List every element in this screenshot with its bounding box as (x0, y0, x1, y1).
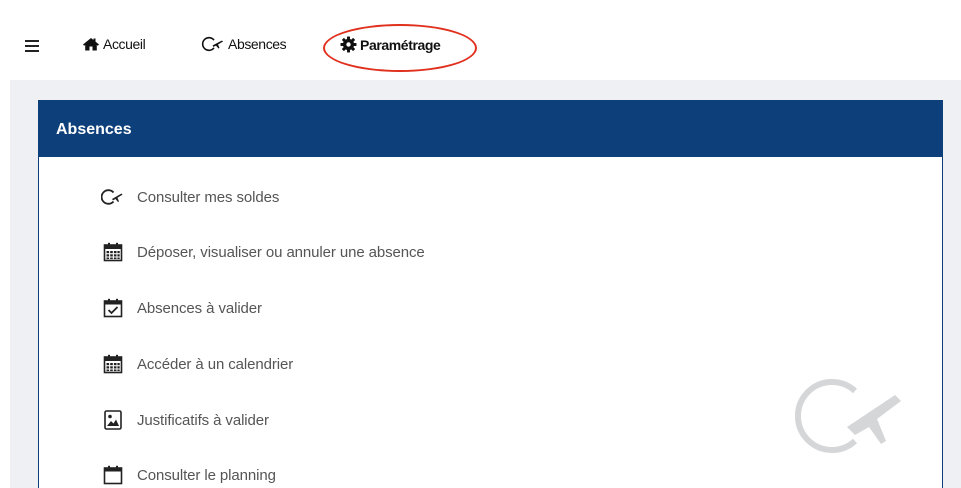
hamburger-icon[interactable] (25, 40, 39, 52)
menu-item-deposer-absence[interactable]: Déposer, visualiser ou annuler une absen… (101, 240, 425, 264)
menu-item-consulter-soldes[interactable]: Consulter mes soldes (101, 185, 279, 209)
absence-plane-icon (101, 185, 125, 209)
top-navigation-bar: Accueil Absences Paramétrage (0, 0, 961, 80)
panel-title: Absences (56, 121, 132, 138)
absences-panel: Absences Consulter mes soldes Déposer, v… (38, 100, 943, 488)
menu-item-label: Accéder à un calendrier (137, 355, 294, 373)
menu-item-acceder-calendrier[interactable]: Accéder à un calendrier (101, 352, 293, 376)
absence-plane-icon (795, 379, 901, 453)
nav-item-absences[interactable]: Absences (201, 36, 287, 52)
menu-item-absences-a-valider[interactable]: Absences à valider (101, 296, 262, 320)
absence-plane-icon (201, 36, 223, 52)
menu-item-label: Justificatifs à valider (137, 411, 269, 429)
calendar-icon (101, 352, 125, 376)
menu-item-label: Consulter le planning (137, 466, 276, 484)
calendar-check-icon (101, 296, 125, 320)
image-file-icon (101, 408, 125, 432)
calendar-icon (101, 240, 125, 264)
nav-item-accueil[interactable]: Accueil (82, 36, 146, 52)
nav-item-label: Absences (228, 36, 287, 52)
home-icon (83, 38, 99, 51)
menu-item-label: Déposer, visualiser ou annuler une absen… (137, 243, 425, 261)
menu-item-label: Absences à valider (137, 299, 262, 317)
nav-item-label: Accueil (103, 36, 146, 52)
menu-item-consulter-planning[interactable]: Consulter le planning (101, 463, 276, 487)
nav-item-parametrage[interactable]: Paramétrage (340, 36, 441, 53)
gear-icon (340, 36, 357, 53)
nav-item-label: Paramétrage (360, 36, 441, 53)
menu-item-justificatifs[interactable]: Justificatifs à valider (101, 408, 269, 432)
menu-item-label: Consulter mes soldes (137, 188, 280, 206)
panel-header: Absences (39, 101, 942, 157)
calendar-empty-icon (101, 463, 125, 487)
